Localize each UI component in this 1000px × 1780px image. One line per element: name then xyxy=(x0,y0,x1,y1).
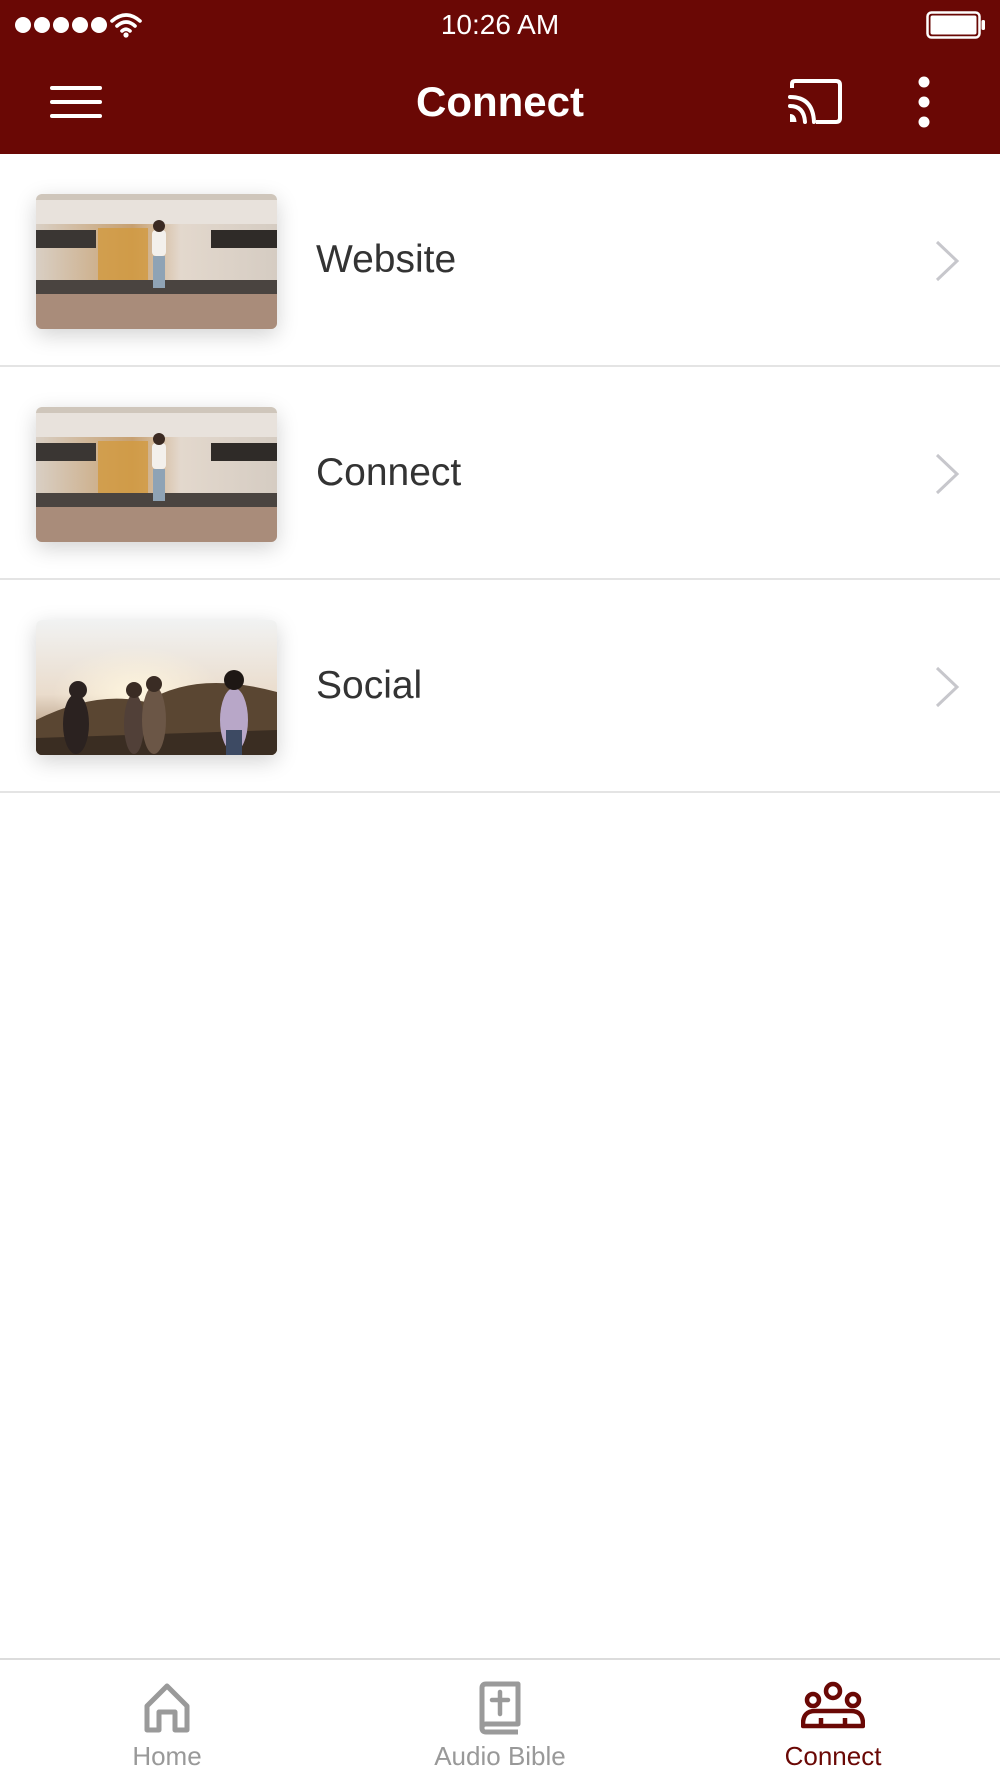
train-platform-photo xyxy=(36,407,277,542)
more-options-button[interactable] xyxy=(898,72,950,132)
chevron-right-icon xyxy=(935,453,960,495)
group-sunset-photo xyxy=(36,620,277,755)
cell-signal-icon xyxy=(15,17,107,33)
cast-button[interactable] xyxy=(784,74,846,130)
menu-button[interactable] xyxy=(40,76,112,128)
list-item-label: Connect xyxy=(316,451,462,494)
list-item-label: Social xyxy=(316,664,423,707)
tab-audio-bible[interactable]: Audio Bible xyxy=(333,1660,667,1780)
chevron-right-icon xyxy=(935,240,960,282)
tab-label: Connect xyxy=(784,1741,882,1771)
list-item-website[interactable]: Website xyxy=(0,154,1000,367)
list-item-connect[interactable]: Connect xyxy=(0,367,1000,580)
connect-list: Website Connect Social xyxy=(0,154,1000,793)
page-title: Connect xyxy=(416,78,584,125)
cast-icon xyxy=(788,79,842,124)
list-item-label: Website xyxy=(316,238,457,281)
tab-home[interactable]: Home xyxy=(0,1660,334,1780)
home-icon xyxy=(144,1683,190,1733)
hamburger-menu-icon xyxy=(50,86,102,118)
wifi-icon xyxy=(110,13,142,38)
chevron-right-icon xyxy=(935,666,960,708)
bottom-tab-bar: Home Audio Bible Connect xyxy=(0,1658,1000,1780)
tab-label: Audio Bible xyxy=(434,1741,566,1771)
tab-label: Home xyxy=(132,1741,202,1771)
people-group-icon xyxy=(801,1681,865,1729)
more-vertical-icon xyxy=(918,76,930,128)
status-time: 10:26 AM xyxy=(440,9,560,40)
top-app-bar: 10:26 AM Connect xyxy=(0,0,1000,154)
tab-connect[interactable]: Connect xyxy=(666,1660,1000,1780)
bible-icon xyxy=(479,1681,521,1735)
train-platform-photo xyxy=(36,194,277,329)
list-item-social[interactable]: Social xyxy=(0,580,1000,793)
battery-icon xyxy=(926,11,985,39)
